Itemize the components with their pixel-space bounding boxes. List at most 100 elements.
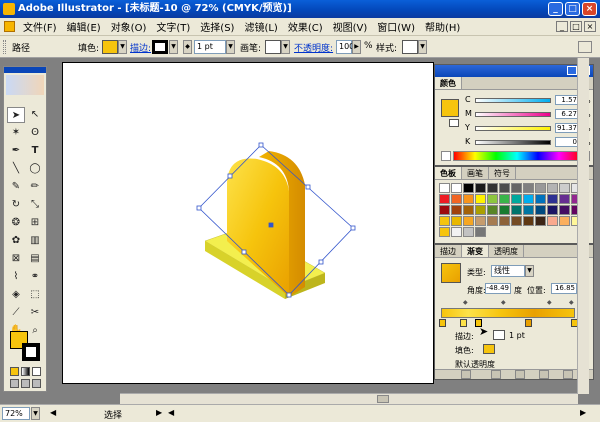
artboard[interactable]	[62, 62, 434, 384]
swatch-cell[interactable]	[463, 205, 474, 215]
menu-type[interactable]: 文字(T)	[151, 19, 195, 34]
prev-artboard-icon[interactable]: ◀	[50, 408, 56, 417]
opacity-dropdown-icon[interactable]: ▶	[352, 40, 361, 54]
menu-filter[interactable]: 滤镜(L)	[239, 19, 282, 34]
horizontal-scrollbar[interactable]	[120, 393, 578, 404]
swatch-cell[interactable]	[475, 205, 486, 215]
gradient-tool-icon[interactable]: ▤	[26, 251, 44, 267]
swatch-cell[interactable]	[439, 183, 450, 193]
scissors-tool-icon[interactable]: ✂	[26, 305, 44, 321]
gradient-preview[interactable]	[441, 263, 461, 283]
style-swatch[interactable]	[402, 40, 418, 54]
swatch-cell[interactable]	[535, 194, 546, 204]
doc-restore-button[interactable]: □	[570, 21, 582, 32]
swatch-cell[interactable]	[499, 183, 510, 193]
minimize-button[interactable]: _	[548, 2, 563, 16]
swatch-cell[interactable]	[523, 216, 534, 226]
swatch-cell[interactable]	[559, 216, 570, 226]
tab-color[interactable]: 颜色	[435, 77, 462, 89]
swatch-cell[interactable]	[451, 194, 462, 204]
none-color-icon[interactable]	[441, 151, 451, 161]
tab-symbols[interactable]: 符号	[489, 167, 516, 179]
handle-top-right[interactable]	[305, 184, 311, 190]
swatch-cell[interactable]	[475, 194, 486, 204]
panel-minimize-icon[interactable]	[567, 66, 577, 75]
swatch-cell[interactable]	[439, 216, 450, 226]
horizontal-scroll-thumb[interactable]	[377, 395, 389, 403]
swatch-cell[interactable]	[511, 216, 522, 226]
swatch-cell[interactable]	[499, 194, 510, 204]
swatch-cell[interactable]	[511, 194, 522, 204]
vertical-scrollbar[interactable]	[577, 58, 589, 394]
black-slider[interactable]	[475, 140, 551, 145]
swatch-cell[interactable]	[511, 205, 522, 215]
angle-field[interactable]: -48.49	[485, 283, 511, 294]
center-point[interactable]	[268, 222, 274, 228]
swatch-cell[interactable]	[547, 194, 558, 204]
swatch-cell[interactable]	[475, 227, 486, 237]
swatch-cell[interactable]	[487, 205, 498, 215]
stroke-dropdown-icon[interactable]: ▼	[169, 40, 178, 54]
screen-mode-full-menu-button[interactable]	[32, 379, 41, 388]
color-fill-preview[interactable]	[441, 99, 459, 117]
tab-transparency[interactable]: 透明度	[489, 245, 524, 257]
swatch-cell[interactable]	[451, 183, 462, 193]
swatch-cell[interactable]	[451, 216, 462, 226]
midpoint-diamond-3[interactable]: ◆	[547, 299, 552, 306]
swatch-cell[interactable]	[511, 183, 522, 193]
screen-mode-normal-button[interactable]	[10, 379, 19, 388]
scroll-right-icon[interactable]: ▶	[580, 408, 586, 417]
swatch-cell[interactable]	[439, 194, 450, 204]
direct-selection-tool-icon[interactable]: ↖	[26, 107, 44, 123]
stroke-swatch[interactable]	[152, 40, 168, 54]
swatch-cell[interactable]	[487, 194, 498, 204]
type-tool-icon[interactable]: T	[26, 143, 44, 159]
zoom-field[interactable]: 72%	[2, 407, 30, 420]
swatch-cell[interactable]	[451, 205, 462, 215]
handle-bottom[interactable]	[286, 292, 292, 298]
line-tool-icon[interactable]: ╲	[7, 161, 25, 177]
color-stop-4[interactable]	[525, 319, 532, 327]
scale-tool-icon[interactable]: ⤡	[26, 197, 44, 213]
panel-button-2[interactable]	[491, 370, 501, 379]
pen-tool-icon[interactable]: ✒	[7, 143, 25, 159]
swatch-cell[interactable]	[559, 183, 570, 193]
menu-window[interactable]: 窗口(W)	[372, 19, 420, 34]
restore-button[interactable]: □	[565, 2, 580, 16]
live-paint-selection-icon[interactable]: ⬚	[26, 287, 44, 303]
grip-handle[interactable]	[3, 40, 6, 54]
style-dropdown-icon[interactable]: ▼	[418, 40, 427, 54]
gradient-type-dropdown-icon[interactable]: ▼	[525, 265, 534, 277]
color-stop-2[interactable]	[460, 319, 467, 327]
color-spectrum-bar[interactable]	[453, 151, 581, 161]
doc-minimize-button[interactable]: _	[556, 21, 568, 32]
menu-view[interactable]: 视图(V)	[328, 19, 373, 34]
swatch-cell[interactable]	[523, 183, 534, 193]
swatch-cell[interactable]	[547, 205, 558, 215]
eyedropper-tool-icon[interactable]: ⌇	[7, 269, 25, 285]
midpoint-diamond-4[interactable]: ◆	[569, 299, 574, 306]
menu-file[interactable]: 文件(F)	[18, 19, 62, 34]
ellipse-tool-icon[interactable]: ◯	[26, 161, 44, 177]
cyan-slider[interactable]	[475, 98, 551, 103]
graph-tool-icon[interactable]: ▥	[26, 233, 44, 249]
magenta-slider[interactable]	[475, 112, 551, 117]
menu-effect[interactable]: 效果(C)	[283, 19, 328, 34]
paintbrush-tool-icon[interactable]: ✎	[7, 179, 25, 195]
mesh-tool-icon[interactable]: ⊠	[7, 251, 25, 267]
swatch-cell[interactable]	[559, 205, 570, 215]
swatch-cell[interactable]	[439, 227, 450, 237]
swatch-cell[interactable]	[499, 216, 510, 226]
selection-tool-icon[interactable]: ➤	[7, 107, 25, 123]
stroke-weight-stepper[interactable]: ◆	[183, 40, 192, 54]
black-value[interactable]: 0	[555, 137, 579, 147]
panel-button-5[interactable]	[563, 370, 573, 379]
color-mode-button[interactable]	[10, 367, 19, 376]
close-button[interactable]: ×	[582, 2, 597, 16]
swatch-cell[interactable]	[463, 194, 474, 204]
scroll-left-icon[interactable]: ◀	[168, 408, 174, 417]
swatch-cell[interactable]	[463, 216, 474, 226]
fill-dropdown-icon[interactable]: ▼	[118, 40, 127, 54]
swatch-cell[interactable]	[547, 183, 558, 193]
swatch-cell[interactable]	[523, 194, 534, 204]
